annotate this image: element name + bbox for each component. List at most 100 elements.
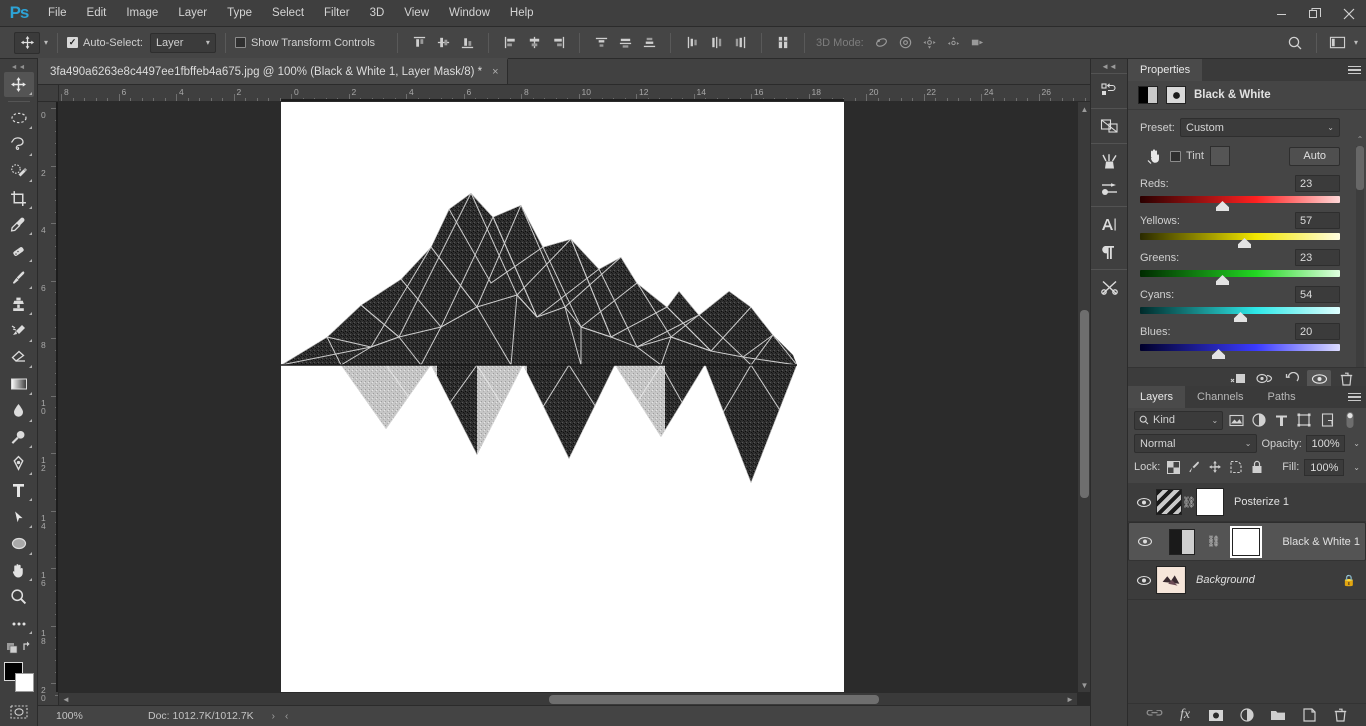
toggle-visibility-icon[interactable]	[1307, 369, 1331, 388]
tint-color-swatch[interactable]	[1209, 146, 1230, 166]
tool-brush-tool[interactable]	[4, 265, 34, 291]
targeted-adjustment-icon[interactable]	[1140, 147, 1170, 165]
lock-image-pixels-icon[interactable]	[1186, 459, 1202, 475]
filter-toggle-icon[interactable]	[1340, 411, 1360, 430]
tab-layers[interactable]: Layers	[1128, 386, 1186, 408]
opacity-chevron-down-icon[interactable]: ⌄	[1353, 439, 1360, 448]
link-layers-icon[interactable]	[1144, 706, 1164, 724]
tool-clone-stamp-tool[interactable]	[4, 292, 34, 318]
distribute-bottom-edges-icon[interactable]	[638, 32, 660, 54]
slider-value[interactable]: 23	[1295, 175, 1340, 192]
properties-scroll-thumb[interactable]	[1356, 146, 1364, 190]
workspace-chevron-down-icon[interactable]: ▾	[1354, 38, 1358, 47]
tab-channels[interactable]: Channels	[1185, 386, 1255, 408]
tool-blur-tool[interactable]	[4, 398, 34, 424]
brush-settings-icon[interactable]	[1094, 175, 1124, 203]
orbit-3d-icon[interactable]	[871, 32, 893, 54]
paragraph-icon[interactable]	[1094, 238, 1124, 266]
layer-row[interactable]: ⛓ Black & White 1	[1128, 522, 1366, 561]
properties-scroll-up-icon[interactable]: ⌃	[1355, 134, 1365, 144]
slider-handle[interactable]	[1234, 312, 1247, 322]
align-to-selection-icon[interactable]	[772, 32, 794, 54]
align-horizontal-centers-icon[interactable]	[523, 32, 545, 54]
align-left-edges-icon[interactable]	[499, 32, 521, 54]
layers-panel-menu-icon[interactable]	[1342, 386, 1366, 408]
lock-all-icon[interactable]	[1249, 459, 1265, 475]
brush-presets-icon[interactable]	[1094, 147, 1124, 175]
canvas-horizontal-scrollbar[interactable]: ◄ ►	[59, 692, 1077, 705]
status-expand-icon[interactable]: ›	[272, 711, 275, 722]
layer-mask-thumbnail[interactable]	[1230, 525, 1263, 558]
tool-quick-selection-tool[interactable]	[4, 159, 34, 185]
new-adjustment-layer-icon[interactable]	[1237, 706, 1257, 724]
slider-handle[interactable]	[1216, 275, 1229, 285]
auto-select-checkbox[interactable]	[67, 37, 79, 48]
layer-visibility-icon[interactable]	[1132, 575, 1156, 586]
rail-collapse-handle[interactable]: ◄◄	[1091, 59, 1127, 73]
tool-hand-tool[interactable]	[4, 558, 34, 584]
opacity-value[interactable]: 100%	[1305, 435, 1346, 452]
filter-pixel-icon[interactable]	[1226, 411, 1246, 430]
slider-handle[interactable]	[1238, 238, 1251, 248]
toolbar-drag-handle[interactable]: ◄◄	[0, 63, 37, 72]
layer-name[interactable]: Background	[1196, 574, 1255, 586]
fill-value[interactable]: 100%	[1304, 458, 1345, 476]
slider-value[interactable]: 54	[1295, 286, 1340, 303]
distribute-horizontal-centers-icon[interactable]	[705, 32, 727, 54]
adjustments-icon[interactable]	[1094, 273, 1124, 301]
menu-window[interactable]: Window	[439, 0, 500, 27]
tool-pen-tool[interactable]	[4, 451, 34, 477]
roll-3d-icon[interactable]	[895, 32, 917, 54]
layer-thumbnail-posterize[interactable]	[1156, 489, 1182, 515]
character-icon[interactable]	[1094, 210, 1124, 238]
vertical-scroll-thumb[interactable]	[1080, 310, 1089, 498]
tool-eraser-tool[interactable]	[4, 345, 34, 371]
close-icon[interactable]: ×	[492, 66, 498, 78]
align-top-edges-icon[interactable]	[408, 32, 430, 54]
canvas-viewport[interactable]	[59, 102, 1077, 692]
tool-elliptical-marquee-tool[interactable]	[4, 105, 34, 131]
menu-filter[interactable]: Filter	[314, 0, 360, 27]
layer-thumbnail-photo[interactable]	[1156, 566, 1186, 594]
slider-track[interactable]	[1140, 270, 1340, 285]
layer-link-icon[interactable]: ⛓	[1182, 496, 1196, 509]
menu-help[interactable]: Help	[500, 0, 544, 27]
lock-position-icon[interactable]	[1207, 459, 1223, 475]
tool-history-brush-tool[interactable]	[4, 318, 34, 344]
fill-chevron-down-icon[interactable]: ⌄	[1353, 463, 1360, 472]
menu-type[interactable]: Type	[217, 0, 262, 27]
filter-adjustment-icon[interactable]	[1249, 411, 1269, 430]
slider-value[interactable]: 57	[1295, 212, 1340, 229]
auto-select-scope-dropdown[interactable]: Layer ▾	[149, 32, 216, 53]
layer-name[interactable]: Black & White 1	[1282, 536, 1360, 548]
restore-button[interactable]	[1298, 0, 1332, 27]
layer-row[interactable]: ⛓ Posterize 1	[1128, 483, 1366, 522]
filter-type-icon[interactable]	[1272, 411, 1292, 430]
status-collapse-icon[interactable]: ‹	[285, 711, 288, 722]
filter-shape-icon[interactable]	[1295, 411, 1315, 430]
tool-path-selection-tool[interactable]	[4, 504, 34, 530]
layer-style-fx-icon[interactable]: fx	[1175, 706, 1195, 724]
device-preview-icon[interactable]	[1094, 112, 1124, 140]
tool-crop-tool[interactable]	[4, 185, 34, 211]
tint-checkbox[interactable]	[1170, 150, 1181, 162]
align-vertical-centers-icon[interactable]	[432, 32, 454, 54]
clip-to-layer-icon[interactable]	[1226, 370, 1250, 388]
swap-colors-icon[interactable]	[4, 637, 34, 657]
preset-dropdown[interactable]: Custom ⌄	[1180, 118, 1340, 137]
zoom-level[interactable]: 100%	[38, 710, 108, 722]
current-tool-icon[interactable]	[14, 31, 40, 54]
distribute-right-edges-icon[interactable]	[729, 32, 751, 54]
delete-icon[interactable]	[1334, 370, 1358, 388]
menu-file[interactable]: File	[38, 0, 77, 27]
layer-thumbnail-black-and-white[interactable]	[1168, 528, 1195, 555]
vertical-ruler[interactable]: 0 2 4 6 8 10 12 14 16 18 20	[38, 102, 59, 705]
previous-state-icon[interactable]	[1253, 370, 1277, 388]
workspace-switcher-icon[interactable]	[1327, 32, 1349, 54]
layer-row[interactable]: Background 🔒	[1128, 561, 1366, 600]
scale-3d-icon[interactable]	[967, 32, 989, 54]
slider-value[interactable]: 23	[1295, 249, 1340, 266]
filter-smart-object-icon[interactable]	[1317, 411, 1337, 430]
minimize-button[interactable]	[1264, 0, 1298, 27]
lock-artboard-icon[interactable]	[1228, 459, 1244, 475]
